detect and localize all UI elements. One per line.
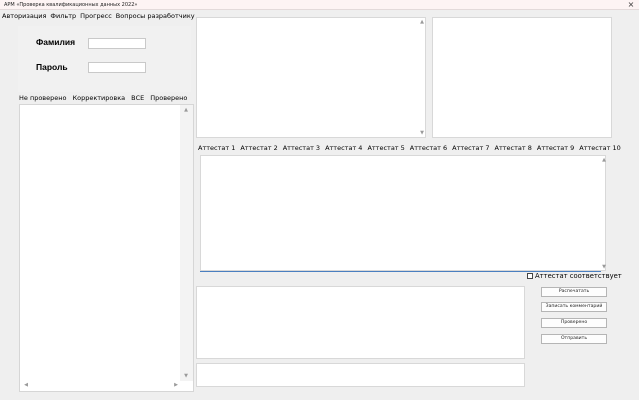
tab-attestat-2[interactable]: Аттестат 2 <box>240 142 277 154</box>
password-label: Пароль <box>36 62 68 72</box>
tab-attestat-1[interactable]: Аттестат 1 <box>198 142 235 154</box>
comment-input[interactable] <box>196 363 525 387</box>
menu-item-developer-questions[interactable]: Вопросы разработчику <box>116 10 195 22</box>
document-scroll-down-arrow-icon[interactable]: ▼ <box>419 130 425 136</box>
document-scroll-up-arrow-icon[interactable]: ▲ <box>419 19 425 25</box>
save-comment-button[interactable]: Записать комментарий <box>541 302 607 312</box>
attestat-scroll-up-arrow-icon[interactable]: ▲ <box>601 157 607 163</box>
tab-attestat-8[interactable]: Аттестат 8 <box>495 142 532 154</box>
login-panel <box>18 26 191 92</box>
print-button[interactable]: Распечатать <box>541 287 607 297</box>
photo-view-panel <box>432 17 612 138</box>
tab-attestat-10[interactable]: Аттестат 10 <box>579 142 621 154</box>
close-button[interactable]: × <box>625 0 637 10</box>
attestat-matches-checkbox-row[interactable]: Аттестат соответствует <box>527 272 622 280</box>
attestat-tabs: Аттестат 1 Аттестат 2 Аттестат 3 Аттеста… <box>198 142 621 154</box>
scroll-up-arrow-icon[interactable]: ▲ <box>181 107 191 113</box>
menu-bar: Авторизация Фильтр Прогресс Вопросы разр… <box>0 10 195 22</box>
attestat-matches-checkbox[interactable] <box>527 273 533 279</box>
record-status-tabs: Не проверено Корректировка ВСЕ Проверено <box>19 92 194 104</box>
document-view-panel[interactable] <box>196 17 426 138</box>
tab-attestat-5[interactable]: Аттестат 5 <box>367 142 404 154</box>
password-input[interactable] <box>88 62 146 73</box>
records-list[interactable] <box>19 104 194 392</box>
scroll-right-arrow-icon[interactable]: ▶ <box>172 382 180 388</box>
tab-attestat-3[interactable]: Аттестат 3 <box>283 142 320 154</box>
tab-not-checked[interactable]: Не проверено <box>19 92 67 104</box>
menu-item-filter[interactable]: Фильтр <box>50 10 76 22</box>
send-button[interactable]: Отправить <box>541 334 607 344</box>
tab-checked[interactable]: Проверено <box>150 92 187 104</box>
scroll-down-arrow-icon[interactable]: ▼ <box>181 373 191 379</box>
menu-item-progress[interactable]: Прогресс <box>80 10 112 22</box>
tab-attestat-7[interactable]: Аттестат 7 <box>452 142 489 154</box>
checked-button[interactable]: Проверено <box>541 318 607 328</box>
surname-input[interactable] <box>88 38 146 49</box>
menu-item-authorization[interactable]: Авторизация <box>2 10 46 22</box>
tab-attestat-4[interactable]: Аттестат 4 <box>325 142 362 154</box>
tab-all[interactable]: ВСЕ <box>131 92 144 104</box>
scroll-left-arrow-icon[interactable]: ◀ <box>22 382 30 388</box>
records-list-scrollbar[interactable] <box>180 105 193 381</box>
attestat-matches-label: Аттестат соответствует <box>535 272 622 280</box>
tab-correction[interactable]: Корректировка <box>73 92 126 104</box>
surname-label: Фамилия <box>36 37 76 47</box>
comment-panel[interactable] <box>196 286 525 359</box>
attestat-scroll-down-arrow-icon[interactable]: ▼ <box>601 264 607 270</box>
tab-attestat-9[interactable]: Аттестат 9 <box>537 142 574 154</box>
tab-attestat-6[interactable]: Аттестат 6 <box>410 142 447 154</box>
attestat-content-panel[interactable] <box>200 155 606 271</box>
window-title: АРМ «Проверка квалификационных данных 20… <box>4 2 138 8</box>
